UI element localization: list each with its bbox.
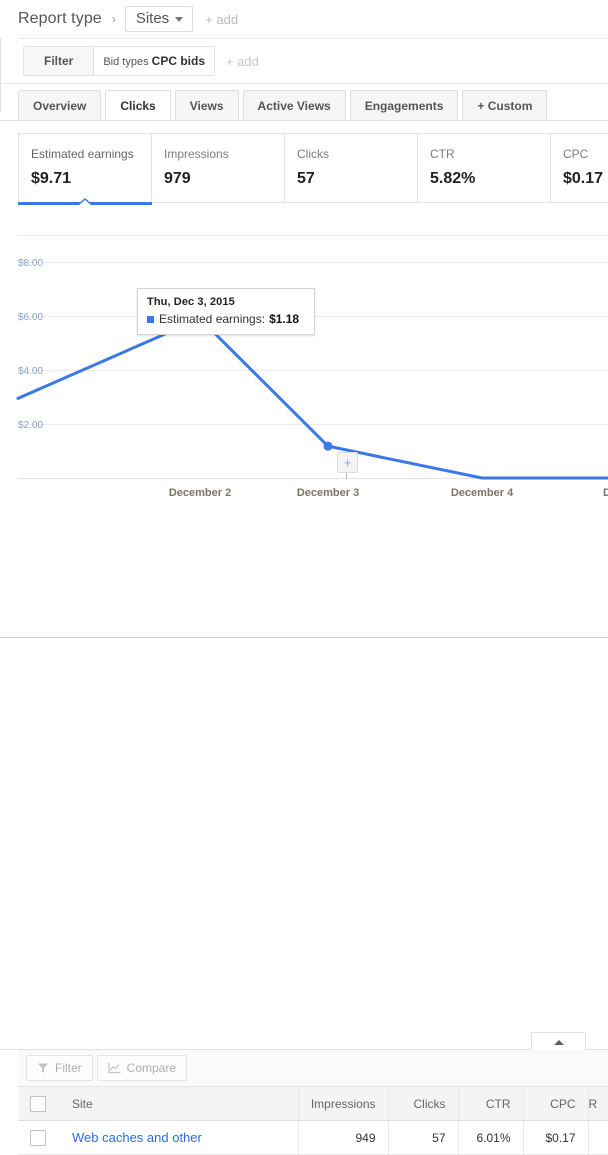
column-header-clicks[interactable]: Clicks [387,1086,458,1121]
metric-card-cpc[interactable]: CPC $0.17 [551,134,608,202]
metric-card-label: CPC [563,147,589,161]
metric-card-value: 57 [297,170,315,187]
table-filter-button[interactable]: Filter [26,1055,93,1081]
tab-engagements[interactable]: Engagements [349,90,459,121]
metric-card-strip: Estimated earnings $9.71 Impressions 979… [18,133,608,205]
column-header-rpm[interactable]: R [587,1086,608,1121]
highlighted-data-point[interactable] [323,441,333,451]
tooltip-series-value: $1.18 [269,312,300,326]
column-header-ctr[interactable]: CTR [457,1086,523,1121]
metric-card-label: CTR [430,147,455,161]
y-axis-tick-label: $8.00 [18,258,43,269]
row-select-cell[interactable] [18,1120,58,1155]
filter-bar-divider [0,83,608,84]
add-annotation-icon[interactable]: + [337,452,358,473]
analytics-report-page: Report type › Sites + add Filter Bid typ… [0,0,608,1155]
x-axis-tick-label: December 3 [297,487,359,499]
line-chart-icon [108,1063,121,1074]
collapse-chart-button[interactable] [531,1032,586,1051]
sites-table-panel: Filter Compare Site Impressions Clicks C… [0,515,608,1155]
filter-chip-prefix: Bid types [103,56,149,68]
tab-views[interactable]: Views [174,90,239,121]
breadcrumb-bar: Report type › Sites + add [0,0,608,38]
table-filter-label: Filter [55,1061,82,1075]
cell-impressions: 949 [297,1120,388,1155]
add-filter-link[interactable]: + add [226,54,259,69]
tabs-divider [0,120,608,121]
x-axis-tick-label: December 4 [451,487,514,499]
tab-overview[interactable]: Overview [18,90,102,121]
x-axis-tick-label: December 2 [169,487,231,499]
table-row[interactable]: Web caches and other 949 57 6.01% $0.17 [18,1120,608,1155]
filter-chip-bid-types[interactable]: Bid types CPC bids [93,46,215,76]
row-checkbox[interactable] [30,1129,46,1146]
cell-ctr: 6.01% [457,1120,523,1155]
metric-card-value: 979 [164,170,191,187]
filter-button[interactable]: Filter [23,46,95,76]
y-axis-tick-label: $2.00 [18,420,43,431]
metric-card-ctr[interactable]: CTR 5.82% [418,134,551,202]
breadcrumb-separator-icon: › [111,12,116,26]
y-axis-tick-label: $4.00 [18,366,43,377]
tooltip-date: Thu, Dec 3, 2015 [147,296,235,308]
cell-rpm [587,1120,608,1155]
metric-card-label: Impressions [164,147,229,161]
filter-chip-value: CPC bids [151,54,205,68]
metric-tabs: Overview Clicks Views Active Views Engag… [18,90,551,122]
table-header-row: Site Impressions Clicks CTR CPC R [18,1086,608,1121]
cell-cpc: $0.17 [522,1120,588,1155]
y-axis-tick-label: $6.00 [18,312,43,323]
tab-clicks[interactable]: Clicks [105,90,171,122]
breadcrumb: Report type › Sites + add [18,0,238,38]
dimension-dropdown-sites[interactable]: Sites [124,6,194,32]
metric-card-label: Estimated earnings [31,147,134,161]
chevron-down-icon [175,17,184,22]
metric-card-clicks[interactable]: Clicks 57 [285,134,418,202]
tab-custom[interactable]: + Custom [462,90,548,121]
metric-card-selected-notch-inner [79,200,91,205]
site-link[interactable]: Web caches and other [72,1130,202,1145]
select-all-checkbox[interactable] [30,1095,46,1112]
chart-tooltip: Thu, Dec 3, 2015 Estimated earnings: $1.… [137,288,315,335]
page-bottom-edge [0,637,608,638]
table-compare-button[interactable]: Compare [96,1055,188,1081]
earnings-line-chart[interactable]: $8.00 $6.00 $4.00 $2.00 December 2 December 3… [0,230,608,515]
tab-active-views[interactable]: Active Views [242,90,346,121]
metric-card-label: Clicks [297,147,329,161]
chart-canvas: $8.00 $6.00 $4.00 $2.00 December 2 December 3… [16,235,608,499]
series-swatch-icon [147,315,154,323]
table-compare-label: Compare [126,1061,177,1075]
funnel-icon [38,1063,48,1073]
column-header-impressions[interactable]: Impressions [297,1086,388,1121]
filter-bar: Filter Bid types CPC bids + add [18,39,608,83]
column-header-site[interactable]: Site [58,1086,298,1121]
breadcrumb-report-type-label: Report type [18,10,102,27]
metric-card-estimated-earnings[interactable]: Estimated earnings $9.71 [18,134,152,205]
cell-site: Web caches and other [58,1120,298,1155]
metric-card-value: $9.71 [31,170,72,187]
sites-table: Site Impressions Clicks CTR CPC R Web ca… [18,1086,608,1155]
metric-card-value: 5.82% [430,170,476,187]
metric-card-value: $0.17 [563,170,604,187]
table-toolbar: Filter Compare [18,1050,608,1086]
metric-card-impressions[interactable]: Impressions 979 [152,134,285,202]
tooltip-series-label: Estimated earnings: [159,312,266,326]
cell-clicks: 57 [387,1120,458,1155]
chevron-up-icon [553,1039,564,1045]
tooltip-series-row: Estimated earnings: $1.18 [147,312,305,326]
select-all-header[interactable] [18,1086,58,1121]
add-dimension-link[interactable]: + add [205,12,238,27]
series-line-estimated-earnings [16,317,608,480]
dimension-dropdown-label: Sites [135,10,170,27]
column-header-cpc[interactable]: CPC [522,1086,588,1121]
x-axis-tick-label: D [603,487,608,499]
